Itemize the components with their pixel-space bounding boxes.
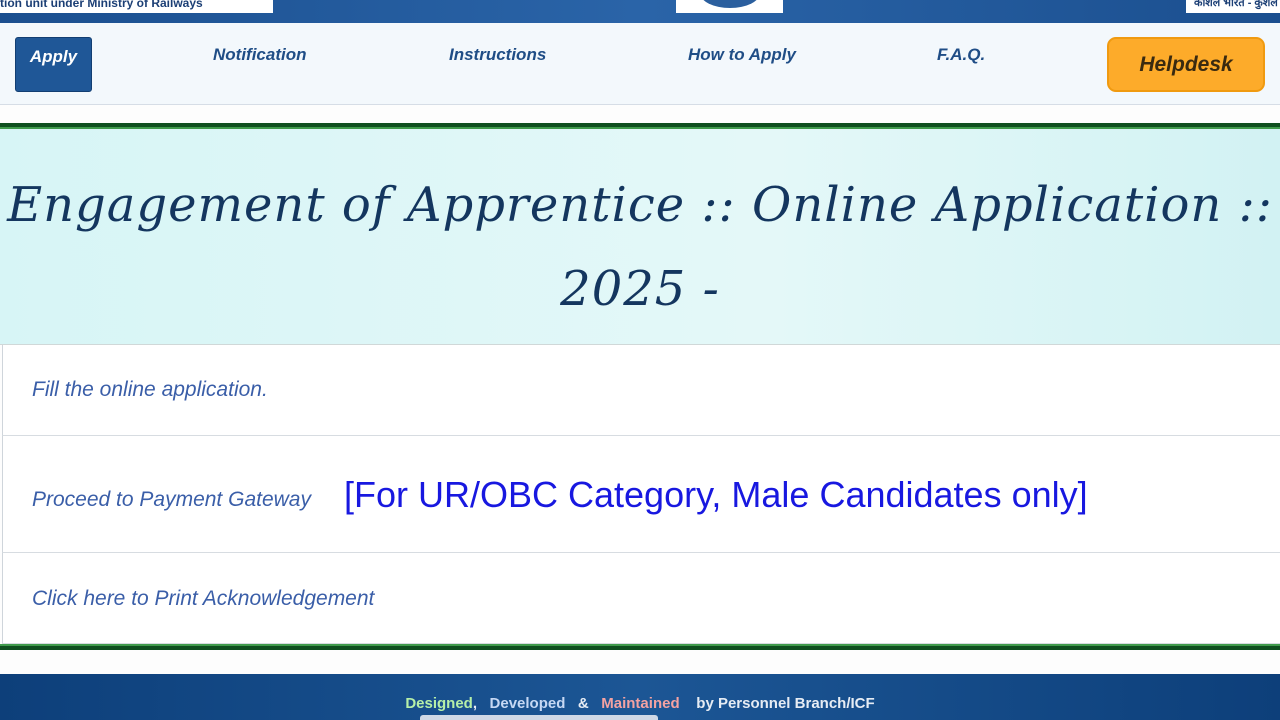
banner-left-text: tion unit under Ministry of Railways	[0, 0, 273, 13]
footer-amp: &	[577, 695, 589, 712]
page: tion unit under Ministry of Railways कौश…	[0, 0, 1280, 720]
footer-developed: Developed	[489, 695, 566, 712]
emblem-arc	[700, 0, 760, 8]
footer-maintained: Maintained	[601, 695, 680, 712]
banner-right-text: कौशल भारत - कुशल भारत	[1186, 0, 1280, 13]
nav-notification[interactable]: Notification	[213, 45, 307, 65]
list-item-payment: Proceed to Payment Gateway [For UR/OBC C…	[2, 436, 1280, 553]
print-acknowledgement-link[interactable]: Click here to Print Acknowledgement	[32, 587, 374, 611]
nav-apply-button[interactable]: Apply	[15, 37, 92, 92]
footer-credits: Designed, Developed & Maintained by Pers…	[0, 695, 1280, 712]
footer-scroll-handle	[420, 715, 658, 720]
nav-instructions[interactable]: Instructions	[449, 45, 546, 65]
list-item-print: Click here to Print Acknowledgement	[2, 553, 1280, 644]
footer-comma: ,	[472, 695, 478, 712]
top-banner: tion unit under Ministry of Railways कौश…	[0, 0, 1280, 23]
divider-bottom	[0, 644, 1280, 650]
footer-by: by Personnel Branch/ICF	[696, 695, 875, 712]
footer: Designed, Developed & Maintained by Pers…	[0, 674, 1280, 720]
page-title-line1: Engagement of Apprentice :: Online Appli…	[7, 177, 1273, 317]
navbar: Apply Notification Instructions How to A…	[0, 23, 1280, 105]
emblem-logo	[676, 0, 783, 13]
helpdesk-button[interactable]: Helpdesk	[1107, 37, 1265, 92]
nav-how-to-apply[interactable]: How to Apply	[688, 45, 796, 65]
payment-category-note: [For UR/OBC Category, Male Candidates on…	[344, 474, 1088, 515]
fill-application-link[interactable]: Fill the online application.	[32, 378, 268, 402]
list-item-fill-application: Fill the online application.	[2, 345, 1280, 436]
footer-designed: Designed	[405, 695, 473, 712]
payment-gateway-link[interactable]: Proceed to Payment Gateway	[32, 488, 311, 512]
title-block: Engagement of Apprentice :: Online Appli…	[0, 129, 1280, 401]
nav-faq[interactable]: F.A.Q.	[937, 45, 985, 65]
